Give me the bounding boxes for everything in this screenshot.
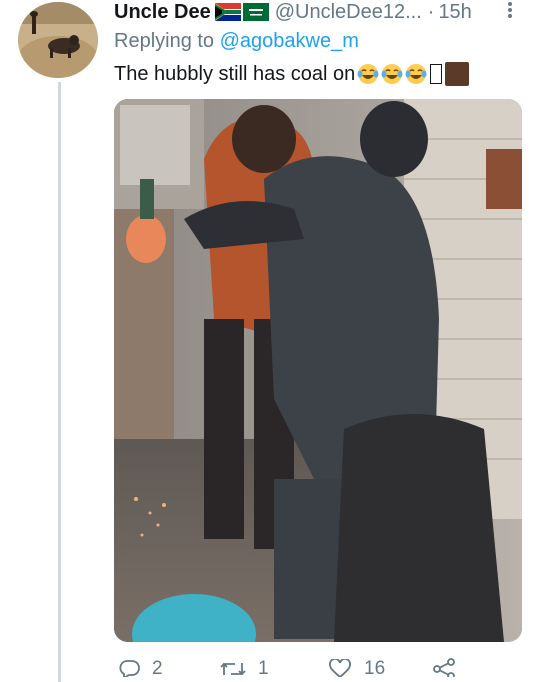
user-handle[interactable]: @UncleDee12... — [275, 1, 422, 24]
reply-action[interactable]: 2 — [118, 658, 163, 677]
retweet-action[interactable]: 1 — [220, 658, 269, 677]
reply-count: 2 — [152, 658, 163, 677]
media-photo — [114, 99, 522, 642]
missing-glyph-icon — [430, 64, 443, 84]
share-icon — [433, 658, 455, 677]
retweet-count: 1 — [258, 658, 269, 677]
heart-icon — [329, 659, 351, 677]
avatar-image — [18, 2, 98, 78]
tweet-media-image[interactable] — [114, 99, 522, 642]
avatar[interactable] — [18, 2, 98, 78]
face-with-tears-of-joy-icon — [357, 64, 379, 84]
timestamp[interactable]: 15h — [438, 1, 471, 24]
brown-skin-tone-icon — [445, 62, 470, 86]
face-with-tears-of-joy-icon — [405, 64, 427, 84]
replying-to: Replying to @agobakwe_m — [114, 30, 359, 53]
more-options-icon[interactable] — [504, 0, 516, 20]
retweet-icon — [220, 662, 246, 676]
like-count: 16 — [364, 658, 386, 677]
replying-to-label: Replying to — [114, 30, 215, 52]
display-name[interactable]: Uncle Dee — [114, 1, 211, 24]
south-africa-flag-icon — [214, 3, 241, 21]
tweet-text-body: The hubbly still has coal on — [114, 62, 356, 85]
tweet-header: Uncle Dee @UncleDee12... · 15h — [114, 0, 534, 24]
share-action[interactable] — [432, 658, 456, 677]
like-action[interactable]: 16 — [328, 658, 385, 677]
reply-icon — [119, 660, 140, 677]
thread-line — [58, 82, 61, 682]
tweet-text: The hubbly still has coal on — [114, 62, 470, 86]
separator-dot: · — [427, 0, 435, 23]
face-with-tears-of-joy-icon — [381, 64, 403, 84]
reply-mention-link[interactable]: @agobakwe_m — [220, 30, 359, 52]
flag-emojis — [214, 3, 269, 21]
saudi-arabia-flag-icon — [242, 3, 269, 21]
tweet-actions: 2 1 16 — [114, 656, 534, 677]
